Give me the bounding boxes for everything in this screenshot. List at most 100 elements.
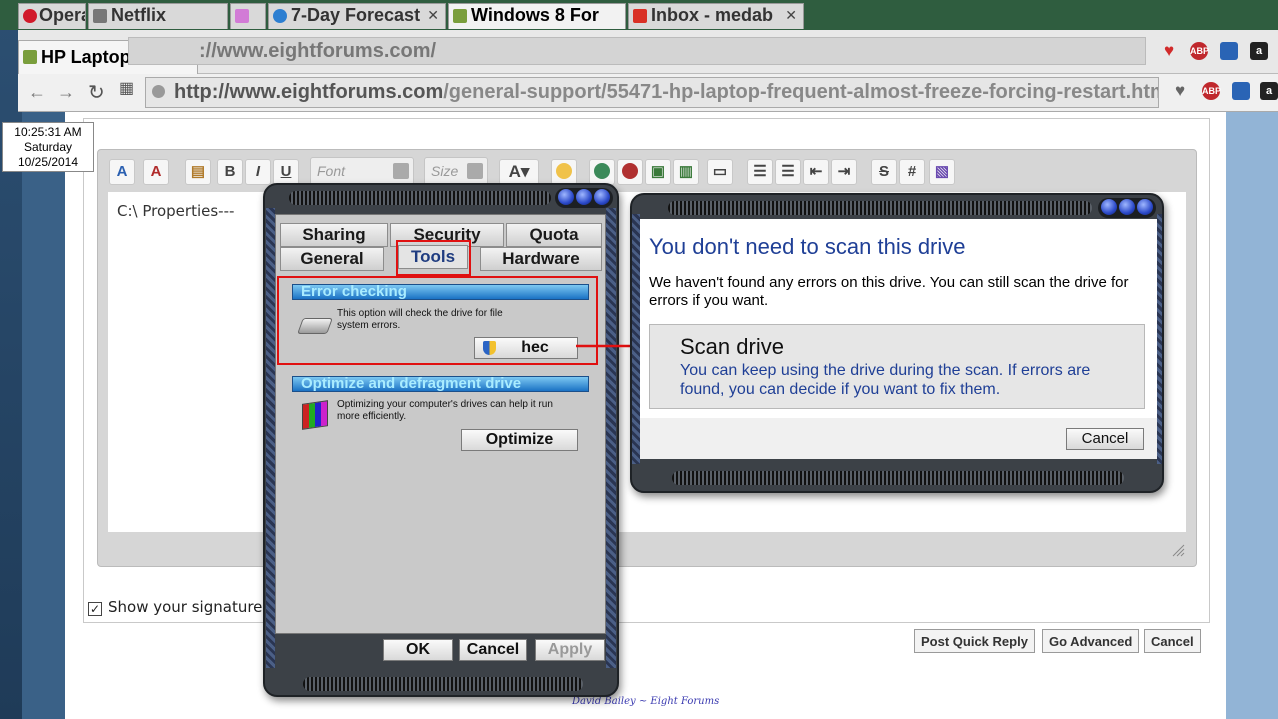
scan-dialog-title: You don't need to scan this drive — [649, 234, 966, 259]
window-controls — [555, 188, 613, 208]
heart-icon[interactable]: ♥ — [1171, 82, 1189, 100]
bottom-grill — [303, 677, 583, 691]
props-cancel-button[interactable]: Cancel — [459, 639, 527, 661]
post-quick-reply-button[interactable]: Post Quick Reply — [914, 629, 1035, 653]
insert-link-icon[interactable] — [589, 159, 615, 185]
font-color-button[interactable]: A▾ — [499, 159, 539, 185]
tab-windows8-forums[interactable]: Windows 8 For — [448, 3, 626, 29]
tab-sharing[interactable]: Sharing — [280, 223, 388, 247]
signature-option[interactable]: ✓ Show your signature — [88, 598, 262, 616]
window-controls — [1098, 198, 1156, 218]
message-text: C:\ Properties--- — [117, 202, 235, 220]
titlebar-grill — [289, 191, 551, 205]
tab-unnamed[interactable] — [230, 3, 266, 29]
signature-checkbox[interactable]: ✓ — [88, 602, 102, 616]
unordered-list-icon[interactable]: ☰ — [775, 159, 801, 185]
amazon-icon[interactable]: a — [1250, 42, 1268, 60]
bold-button[interactable]: B — [217, 159, 243, 185]
quote-icon[interactable]: ▭ — [707, 159, 733, 185]
size-select-label: Size — [431, 163, 459, 179]
address-bar[interactable]: http://www.eightforums.com/general-suppo… — [145, 77, 1159, 108]
defragment-icon — [302, 400, 328, 430]
weather-icon — [273, 9, 287, 23]
clock-date: 10/25/2014 — [17, 155, 79, 169]
minimize-button[interactable] — [558, 189, 574, 205]
url-domain: http://www.eightforums.com — [174, 81, 444, 103]
close-button[interactable] — [1137, 199, 1153, 215]
frame-texture — [606, 208, 616, 668]
highlight-tools-tab — [396, 240, 471, 276]
editor-toolbar: A A ▤ B I U Font Size A▾ ▣ ▥ ▭ ☰ ☰ ⇤ ⇥ S… — [103, 153, 1193, 189]
php-code-icon[interactable]: ▧ — [929, 159, 955, 185]
scan-cancel-button[interactable]: Cancel — [1066, 428, 1144, 450]
reload-icon[interactable]: ↻ — [88, 80, 105, 105]
chevron-down-icon — [393, 163, 409, 179]
optimize-description: Optimizing your computer's drives can he… — [337, 399, 553, 422]
tab-label: Inbox - medab — [651, 5, 774, 25]
ordered-list-icon[interactable]: ☰ — [747, 159, 773, 185]
remove-link-icon[interactable] — [617, 159, 643, 185]
frame-texture — [266, 208, 275, 668]
insert-image-icon[interactable]: ▣ — [645, 159, 671, 185]
smiley-icon[interactable] — [551, 159, 577, 185]
highlight-error-checking — [277, 276, 598, 365]
desktop-clock: 10:25:31 AM Saturday 10/25/2014 — [2, 122, 94, 172]
bookmark-icon[interactable] — [1232, 82, 1250, 100]
site-info-icon[interactable] — [152, 85, 165, 98]
size-select[interactable]: Size — [424, 157, 488, 185]
scan-drive-option-title: Scan drive — [680, 334, 784, 359]
minimize-button[interactable] — [1101, 199, 1117, 215]
italic-button[interactable]: I — [245, 159, 271, 185]
tab-forecast[interactable]: 7-Day Forecast ✕ — [268, 3, 446, 29]
tab-quota[interactable]: Quota — [506, 223, 602, 247]
adblock-icon[interactable]: ABP — [1202, 82, 1221, 100]
page-cancel-button[interactable]: Cancel — [1144, 629, 1201, 653]
font-select[interactable]: Font — [310, 157, 414, 185]
tab-hardware[interactable]: Hardware — [480, 247, 602, 271]
resize-handle-icon[interactable] — [1171, 543, 1185, 557]
forum-icon — [23, 50, 37, 64]
close-tab-icon[interactable]: ✕ — [427, 7, 439, 24]
opera-icon — [23, 9, 37, 23]
url-path: /general-support/55471-hp-laptop-frequen… — [443, 81, 1159, 103]
text-color-icon[interactable]: A — [143, 159, 169, 185]
bookmark-icon[interactable] — [1220, 42, 1238, 60]
indent-icon[interactable]: ⇥ — [831, 159, 857, 185]
back-icon[interactable]: ← — [28, 82, 46, 103]
tab-label: 7-Day Forecast — [291, 5, 421, 25]
paste-icon[interactable]: ▤ — [185, 159, 211, 185]
optimize-button[interactable]: Optimize — [461, 429, 578, 451]
back-url-text: ://www.eightforums.com/ — [199, 40, 437, 62]
tab-strip: Opera Netflix 7-Day Forecast ✕ Windows 8… — [0, 0, 1278, 30]
chevron-down-icon — [467, 163, 483, 179]
tab-inbox[interactable]: Inbox - medab ✕ — [628, 3, 804, 29]
scan-dialog-message: We haven't found any errors on this driv… — [649, 274, 1129, 309]
tab-opera-menu[interactable]: Opera — [18, 3, 86, 29]
close-tab-icon[interactable]: ✕ — [785, 7, 797, 24]
maximize-button[interactable] — [1119, 199, 1135, 215]
credit-watermark: David Bailey ~ Eight Forums — [572, 696, 720, 707]
forward-icon[interactable]: → — [57, 82, 75, 103]
scan-drive-option-description: You can keep using the drive during the … — [680, 362, 1091, 398]
remove-format-icon[interactable]: A — [109, 159, 135, 185]
ok-button[interactable]: OK — [383, 639, 453, 661]
underline-button[interactable]: U — [273, 159, 299, 185]
tab-label: Netflix — [111, 5, 167, 25]
hashtag-icon[interactable]: # — [899, 159, 925, 185]
back-address-bar[interactable]: ://www.eightforums.com/ — [128, 37, 1146, 65]
go-advanced-button[interactable]: Go Advanced — [1042, 629, 1140, 653]
close-button[interactable] — [594, 189, 610, 205]
amazon-icon[interactable]: a — [1260, 82, 1278, 100]
adblock-icon[interactable]: ABP — [1190, 42, 1209, 60]
frame-texture — [1157, 214, 1162, 464]
tab-general[interactable]: General — [280, 247, 384, 271]
insert-video-icon[interactable]: ▥ — [673, 159, 699, 185]
forum-icon — [453, 9, 467, 23]
optimize-header: Optimize and defragment drive — [292, 376, 589, 392]
outdent-icon[interactable]: ⇤ — [803, 159, 829, 185]
speed-dial-icon[interactable]: ▦ — [119, 78, 134, 98]
maximize-button[interactable] — [576, 189, 592, 205]
strikethrough-button[interactable]: S — [871, 159, 897, 185]
heart-icon[interactable]: ♥ — [1160, 42, 1178, 60]
tab-netflix[interactable]: Netflix — [88, 3, 228, 29]
